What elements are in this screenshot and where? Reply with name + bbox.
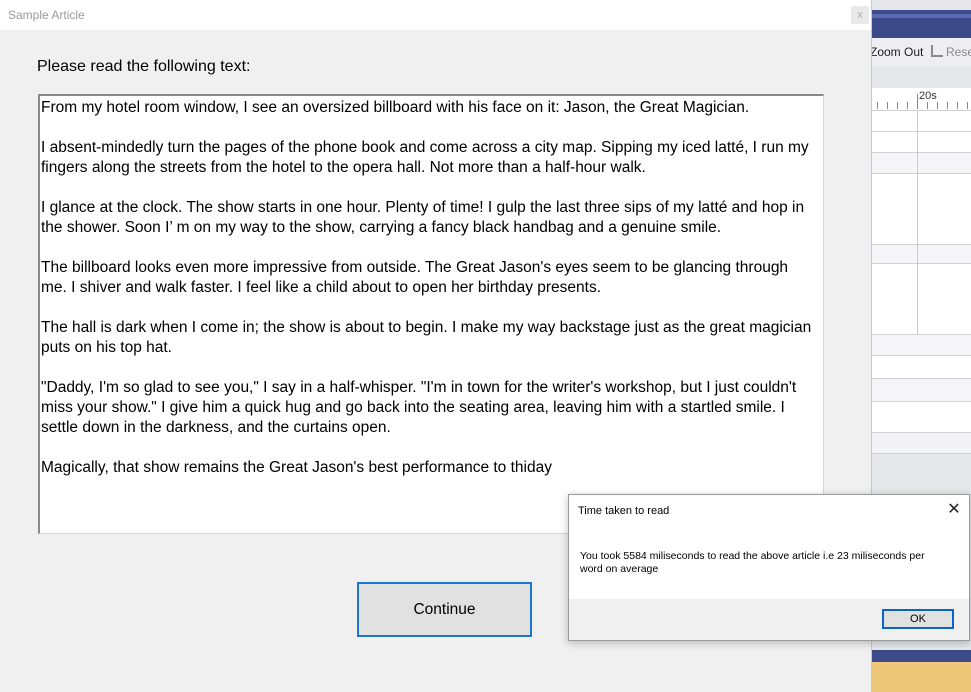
dialog-footer: OK [569,599,969,640]
ruler-tick [887,102,888,109]
ruler-label: 20s [919,90,937,102]
background-app-footer [871,662,971,692]
ruler-tick [897,102,898,109]
article-paragraph: The hall is dark when I come in; the sho… [41,319,812,356]
time-taken-dialog: Time taken to read ✕ You took 5584 milis… [568,494,970,641]
article-paragraph: "Daddy, I'm so glad to see you," I say i… [41,379,797,436]
window-close-button[interactable]: x [851,6,869,24]
background-app-statusbar [871,650,971,662]
zoom-out-button[interactable]: Zoom Out [871,45,923,59]
ruler-tick [947,102,948,109]
close-icon[interactable]: ✕ [942,501,966,521]
chart-icon [931,45,943,57]
ruler-tick [907,102,908,109]
article-paragraph: From my hotel room window, I see an over… [41,99,750,116]
background-app-titlebar-stripe [871,14,971,18]
article-paragraph: I glance at the clock. The show starts i… [41,199,805,236]
dialog-message: You took 5584 miliseconds to read the ab… [580,550,925,575]
ruler-tick [957,102,958,109]
background-app-toolbar: Zoom Out Rese [871,38,971,66]
ok-button[interactable]: OK [882,609,954,629]
timeline-track [871,132,971,153]
article-paragraph: The billboard looks even more impressive… [41,259,789,296]
timeline-track [871,111,971,132]
ruler-tick [937,102,938,109]
ruler-tick [877,102,878,109]
reset-label: Rese [946,45,971,59]
timeline-track [871,264,971,335]
timeline-track [871,379,971,402]
ruler-tick [927,102,928,109]
timeline-track [871,335,971,356]
instruction-label: Please read the following text: [37,58,251,75]
ruler-tick [967,102,968,109]
timeline-track [871,245,971,264]
article-textbox[interactable]: From my hotel room window, I see an over… [38,94,824,534]
timeline-track [871,153,971,174]
ruler-tick [917,94,918,109]
reset-button[interactable]: Rese [931,45,971,59]
timeline-divider [917,111,918,334]
continue-button[interactable]: Continue [357,582,532,637]
timeline-track [871,402,971,433]
timeline-track [871,433,971,454]
window-title: Sample Article [8,8,85,22]
timeline-ruler: 20s [871,88,971,111]
timeline-track [871,174,971,245]
timeline-track [871,356,971,379]
window-titlebar: Sample Article x [0,0,871,30]
article-text: From my hotel room window, I see an over… [41,98,816,498]
dialog-title: Time taken to read [578,505,670,517]
article-paragraph: I absent-mindedly turn the pages of the … [41,139,809,176]
article-paragraph: Magically, that show remains the Great J… [41,459,552,476]
